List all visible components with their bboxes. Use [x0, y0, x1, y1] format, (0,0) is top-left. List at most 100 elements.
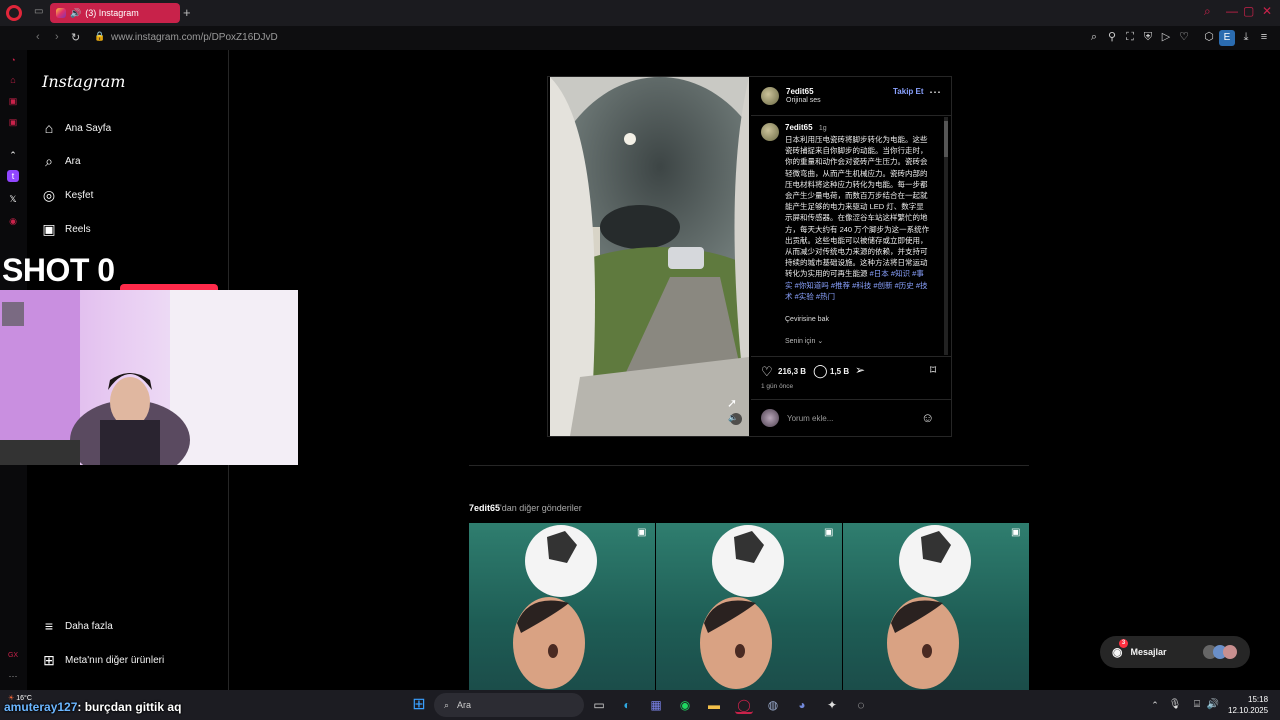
menu-icon: ≡ — [44, 618, 54, 634]
post-author[interactable]: 7edit65 — [786, 87, 814, 96]
pin-icon[interactable]: ⚲ — [1106, 31, 1118, 43]
forward-icon[interactable]: › — [55, 31, 59, 43]
nav-item-search[interactable]: ⌕ Ara — [41, 151, 80, 171]
football-player-image — [513, 525, 597, 689]
download-icon[interactable]: ⤓ — [1240, 31, 1252, 43]
bag-icon[interactable]: ⌂ — [7, 74, 19, 86]
windows-taskbar: ☀ 16°C ⊞ ⌕ Ara ▭ ◐ ▦ ◉ ▬ ◯ ◍ ◕ ✦ ◌ ⌃ 🎙 ⌸… — [0, 690, 1280, 720]
teams-icon[interactable]: ▦ — [647, 696, 665, 714]
divider — [751, 399, 951, 400]
author-avatar[interactable] — [761, 87, 779, 105]
post-sidebar: 7edit65 Orijinal ses Takip Et ⋯ 7edit65 … — [751, 77, 951, 436]
play-icon[interactable]: ▷ — [1160, 31, 1172, 43]
arrow-icon[interactable]: ⌃ — [7, 149, 19, 161]
see-translation-link[interactable]: Çevirisine bak — [785, 316, 829, 323]
instagram-favicon-icon — [56, 8, 66, 18]
reload-icon[interactable]: ↻ — [71, 31, 80, 44]
share-icon[interactable]: ➢ — [855, 363, 865, 377]
windows-start-icon[interactable]: ⊞ — [410, 696, 428, 714]
nav-item-reels[interactable]: ▣ Reels — [41, 219, 90, 239]
more-icon[interactable]: ⋯ — [7, 670, 19, 682]
browser-tab-bar: ▭ 🔊 (3) Instagram + ⌕ — ▢ ✕ — [0, 0, 1280, 26]
follow-button[interactable]: Takip Et — [893, 87, 924, 96]
reels-icon: ▣ — [1011, 527, 1021, 538]
more-post-thumbnail[interactable]: ▣ — [469, 523, 655, 690]
mute-icon[interactable]: 🔈 — [728, 413, 738, 422]
search-icon: ⌕ — [444, 699, 450, 710]
maximize-icon[interactable]: ▢ — [1243, 4, 1254, 18]
aria-icon[interactable]: ◔ — [7, 54, 19, 66]
app-icon[interactable]: ◌ — [852, 696, 870, 714]
lock-icon: 🔒 — [94, 31, 106, 41]
tab-menu-icon[interactable]: ▭ — [34, 6, 43, 17]
post-video[interactable]: 🔈 — [550, 77, 749, 436]
my-avatar — [761, 409, 779, 427]
minimize-icon[interactable]: — — [1226, 4, 1238, 18]
nav-item-more[interactable]: ≡ Daha fazla — [41, 616, 113, 636]
scrollbar[interactable] — [944, 117, 948, 355]
like-count: 216,3 B — [778, 367, 807, 376]
app-icon[interactable]: ✦ — [823, 696, 841, 714]
audio-label[interactable]: Orijinal ses — [786, 97, 821, 104]
taskbar-search[interactable]: ⌕ Ara — [434, 693, 584, 717]
speaker-icon[interactable]: 🔊 — [70, 8, 81, 19]
spotify-icon[interactable]: ◉ — [676, 696, 694, 714]
twitch-icon[interactable]: t — [7, 170, 19, 182]
comment-input[interactable]: Yorum ekle... — [787, 414, 833, 423]
messages-button[interactable]: ◉ 3 Mesajlar — [1100, 636, 1250, 668]
new-tab-button[interactable]: + — [183, 5, 191, 20]
emoji-icon[interactable]: ☺ — [921, 410, 934, 425]
gx-icon[interactable]: GX — [7, 650, 19, 662]
back-icon[interactable]: ‹ — [36, 31, 40, 43]
shield-icon[interactable]: ⛨ — [1142, 31, 1154, 43]
like-icon[interactable]: ♡ — [761, 364, 773, 380]
easy-setup-icon[interactable]: ≡ — [1258, 31, 1270, 43]
messenger-icon[interactable]: ▣ — [7, 95, 19, 107]
snapshot-icon[interactable]: ⛶ — [1124, 31, 1136, 43]
tray-expand-icon[interactable]: ⌃ — [1146, 696, 1164, 714]
search-tabs-icon[interactable]: ⌕ — [1204, 4, 1211, 19]
nav-item-home[interactable]: ⌂ Ana Sayfa — [41, 118, 111, 138]
url-field[interactable]: www.instagram.com/p/DPoxZ16DJvD — [111, 32, 278, 43]
discord-icon[interactable]: ◕ — [793, 696, 811, 714]
save-icon[interactable]: ⌑ — [930, 363, 936, 377]
messages-label: Mesajlar — [1130, 647, 1167, 657]
instagram-logo[interactable]: Instagram — [42, 72, 125, 91]
tab-instagram[interactable]: 🔊 (3) Instagram — [50, 3, 180, 23]
close-window-icon[interactable]: ✕ — [1262, 4, 1272, 18]
opera-logo-icon[interactable] — [6, 5, 22, 21]
heart-icon[interactable]: ♡ — [1178, 31, 1190, 43]
nav-item-meta[interactable]: ⊞ Meta'nın diğer ürünleri — [41, 650, 164, 670]
file-explorer-icon[interactable]: ▬ — [705, 696, 723, 714]
x-icon[interactable]: 𝕏 — [7, 193, 19, 205]
comment-avatar[interactable] — [761, 123, 779, 141]
divider — [751, 356, 951, 357]
steam-icon[interactable]: ◍ — [764, 696, 782, 714]
caption-author[interactable]: 7edit65 — [785, 123, 813, 132]
mail-icon[interactable]: ▣ — [7, 116, 19, 128]
more-post-thumbnail[interactable]: ▣ — [843, 523, 1029, 690]
post-time: 1 gün önce — [761, 383, 794, 390]
compass-icon: ◎ — [42, 187, 56, 203]
task-view-icon[interactable]: ▭ — [590, 696, 608, 714]
opera-gx-taskbar-icon[interactable]: ◯ — [735, 696, 753, 714]
reels-icon: ▣ — [824, 527, 834, 538]
edge-icon[interactable]: ◐ — [618, 696, 636, 714]
zoom-icon[interactable]: ⌕ — [1088, 31, 1100, 43]
for-you-dropdown[interactable]: Senin için ⌄ — [785, 337, 823, 345]
taskbar-clock[interactable]: 15:18 12.10.2025 — [1228, 694, 1268, 716]
volume-icon[interactable]: 🔊 — [1204, 696, 1222, 714]
more-post-thumbnail[interactable]: ▣ — [656, 523, 842, 690]
extension-e-icon[interactable]: E — [1219, 30, 1235, 46]
message-avatars — [1202, 645, 1237, 659]
messages-badge: 3 — [1119, 639, 1128, 648]
comment-icon[interactable]: ◯ — [813, 363, 828, 379]
nav-item-explore[interactable]: ◎ Keşfet — [41, 185, 93, 205]
extensions-icon[interactable]: ⬡ — [1203, 31, 1215, 43]
more-posts-user[interactable]: 7edit65 — [469, 503, 500, 513]
more-options-icon[interactable]: ⋯ — [929, 85, 941, 99]
microphone-icon[interactable]: 🎙 — [1166, 696, 1184, 714]
scrollbar-thumb[interactable] — [944, 121, 948, 157]
music-icon[interactable]: ◉ — [7, 215, 19, 227]
caption-age: 1g — [818, 125, 827, 132]
